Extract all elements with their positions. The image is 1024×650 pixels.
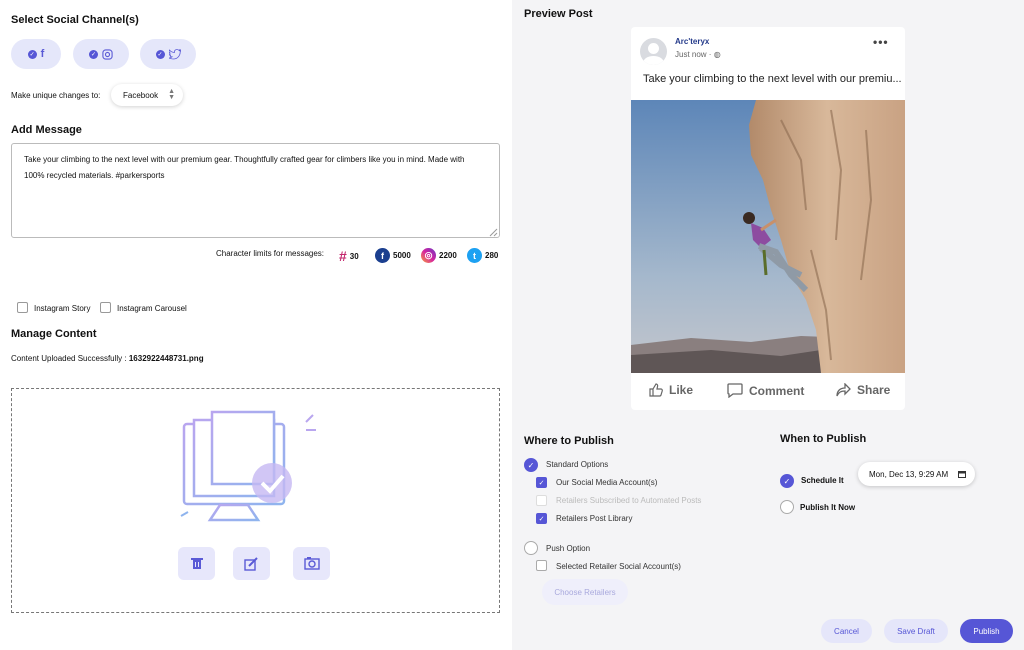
standard-options-label: Standard Options bbox=[546, 460, 609, 469]
limit-facebook-value: 5000 bbox=[393, 251, 411, 260]
delete-button[interactable] bbox=[178, 547, 215, 580]
limit-twitter-value: 280 bbox=[485, 251, 499, 260]
upload-filename: 1632922448731.png bbox=[128, 354, 204, 363]
push-option-radio[interactable] bbox=[524, 541, 538, 555]
manage-content-title: Manage Content bbox=[11, 328, 97, 340]
check-icon: ✓ bbox=[89, 49, 98, 59]
instagram-story-label: Instagram Story bbox=[34, 304, 91, 313]
message-textarea[interactable]: Take your climbing to the next level wit… bbox=[11, 143, 500, 238]
limit-facebook: f 5000 bbox=[375, 248, 411, 263]
resize-handle-icon[interactable] bbox=[489, 228, 498, 237]
share-button[interactable]: Share bbox=[836, 383, 890, 397]
more-options-icon[interactable]: ••• bbox=[873, 35, 889, 49]
avatar bbox=[640, 38, 667, 65]
replace-image-button[interactable] bbox=[293, 547, 330, 580]
trash-icon bbox=[190, 558, 203, 569]
share-label: Share bbox=[857, 383, 891, 397]
facebook-icon: f bbox=[40, 48, 45, 60]
schedule-datetime-input[interactable]: Mon, Dec 13, 9:29 AM bbox=[858, 462, 975, 486]
edit-button[interactable] bbox=[233, 547, 270, 580]
selected-retailer-accounts-label: Selected Retailer Social Account(s) bbox=[556, 562, 681, 571]
select-channels-title: Select Social Channel(s) bbox=[11, 14, 139, 26]
our-accounts-checkbox[interactable]: ✓ bbox=[536, 477, 547, 488]
post-time-text: Just now · bbox=[675, 50, 712, 59]
instagram-icon: ◎ bbox=[421, 248, 436, 263]
publish-now-label: Publish It Now bbox=[800, 503, 856, 512]
channel-facebook-chip[interactable]: ✓ f bbox=[11, 39, 61, 69]
check-icon: ✓ bbox=[155, 49, 165, 59]
limit-twitter: t 280 bbox=[467, 248, 498, 263]
save-draft-button[interactable]: Save Draft bbox=[884, 619, 948, 643]
facebook-post-preview: Arc'teryx Just now · ◍ ••• Take your cli… bbox=[631, 27, 905, 410]
instagram-carousel-checkbox[interactable] bbox=[100, 302, 111, 313]
comment-button[interactable]: Comment bbox=[727, 383, 804, 398]
edit-icon bbox=[244, 556, 258, 571]
instagram-carousel-label: Instagram Carousel bbox=[117, 304, 187, 313]
unique-changes-label: Make unique changes to: bbox=[11, 91, 101, 100]
upload-status: Content Uploaded Successfully : 16329224… bbox=[11, 354, 204, 363]
globe-icon: ◍ bbox=[713, 50, 721, 59]
thumbs-up-icon bbox=[649, 383, 663, 397]
choose-retailers-button: Choose Retailers bbox=[542, 579, 628, 605]
twitter-icon bbox=[168, 48, 181, 59]
channel-twitter-chip[interactable]: ✓ bbox=[140, 39, 196, 69]
our-accounts-label: Our Social Media Account(s) bbox=[556, 478, 658, 487]
schedule-it-radio[interactable]: ✓ bbox=[780, 474, 794, 488]
add-message-title: Add Message bbox=[11, 124, 82, 136]
limit-instagram-value: 2200 bbox=[439, 251, 457, 260]
where-to-publish-title: Where to Publish bbox=[524, 435, 614, 447]
check-icon: ✓ bbox=[27, 49, 37, 59]
calendar-icon[interactable] bbox=[958, 470, 966, 478]
compose-panel: Select Social Channel(s) ✓ f ✓ ✓ Make un… bbox=[0, 0, 512, 650]
publish-button[interactable]: Publish bbox=[960, 619, 1013, 643]
share-icon bbox=[836, 383, 851, 397]
comment-icon bbox=[727, 383, 743, 398]
chevron-updown-icon: ▲ ▼ bbox=[168, 88, 175, 101]
cancel-button[interactable]: Cancel bbox=[821, 619, 872, 643]
instagram-story-checkbox[interactable] bbox=[17, 302, 28, 313]
like-label: Like bbox=[669, 383, 694, 397]
push-option-label: Push Option bbox=[546, 544, 591, 553]
char-limits-label: Character limits for messages: bbox=[216, 249, 325, 258]
uploaded-document-illustration bbox=[180, 410, 316, 528]
retailers-library-label: Retailers Post Library bbox=[556, 514, 633, 523]
post-image bbox=[631, 100, 905, 373]
upload-status-label: Content Uploaded Successfully : bbox=[11, 354, 127, 363]
twitter-icon: t bbox=[467, 248, 482, 263]
selected-retailer-accounts-checkbox[interactable] bbox=[536, 560, 547, 571]
comment-label: Comment bbox=[749, 383, 805, 398]
schedule-it-label: Schedule It bbox=[801, 476, 844, 485]
post-time: Just now · ◍ bbox=[675, 50, 721, 59]
preview-title: Preview Post bbox=[524, 8, 593, 20]
unique-changes-value: Facebook bbox=[123, 90, 159, 100]
limit-instagram: ◎ 2200 bbox=[421, 248, 457, 263]
unique-changes-select[interactable]: Facebook ▲ ▼ bbox=[111, 84, 183, 106]
facebook-icon: f bbox=[375, 248, 390, 263]
retailers-auto-checkbox bbox=[536, 495, 547, 506]
like-button[interactable]: Like bbox=[649, 383, 693, 397]
account-name[interactable]: Arc'teryx bbox=[675, 37, 709, 46]
limit-hashtag-value: 30 bbox=[349, 251, 359, 261]
hashtag-icon: # bbox=[339, 248, 347, 264]
instagram-icon bbox=[102, 48, 113, 60]
retailers-library-checkbox[interactable]: ✓ bbox=[536, 513, 547, 524]
channel-instagram-chip[interactable]: ✓ bbox=[73, 39, 129, 69]
publish-now-radio[interactable] bbox=[780, 500, 794, 514]
image-icon bbox=[303, 557, 320, 570]
schedule-datetime-value: Mon, Dec 13, 9:29 AM bbox=[869, 469, 949, 479]
standard-options-radio[interactable]: ✓ bbox=[524, 458, 538, 472]
when-to-publish-title: When to Publish bbox=[780, 433, 867, 445]
retailers-auto-label: Retailers Subscribed to Automated Posts bbox=[556, 496, 702, 505]
post-text: Take your climbing to the next level wit… bbox=[643, 73, 902, 85]
limit-hashtag: # 30 bbox=[339, 248, 359, 264]
